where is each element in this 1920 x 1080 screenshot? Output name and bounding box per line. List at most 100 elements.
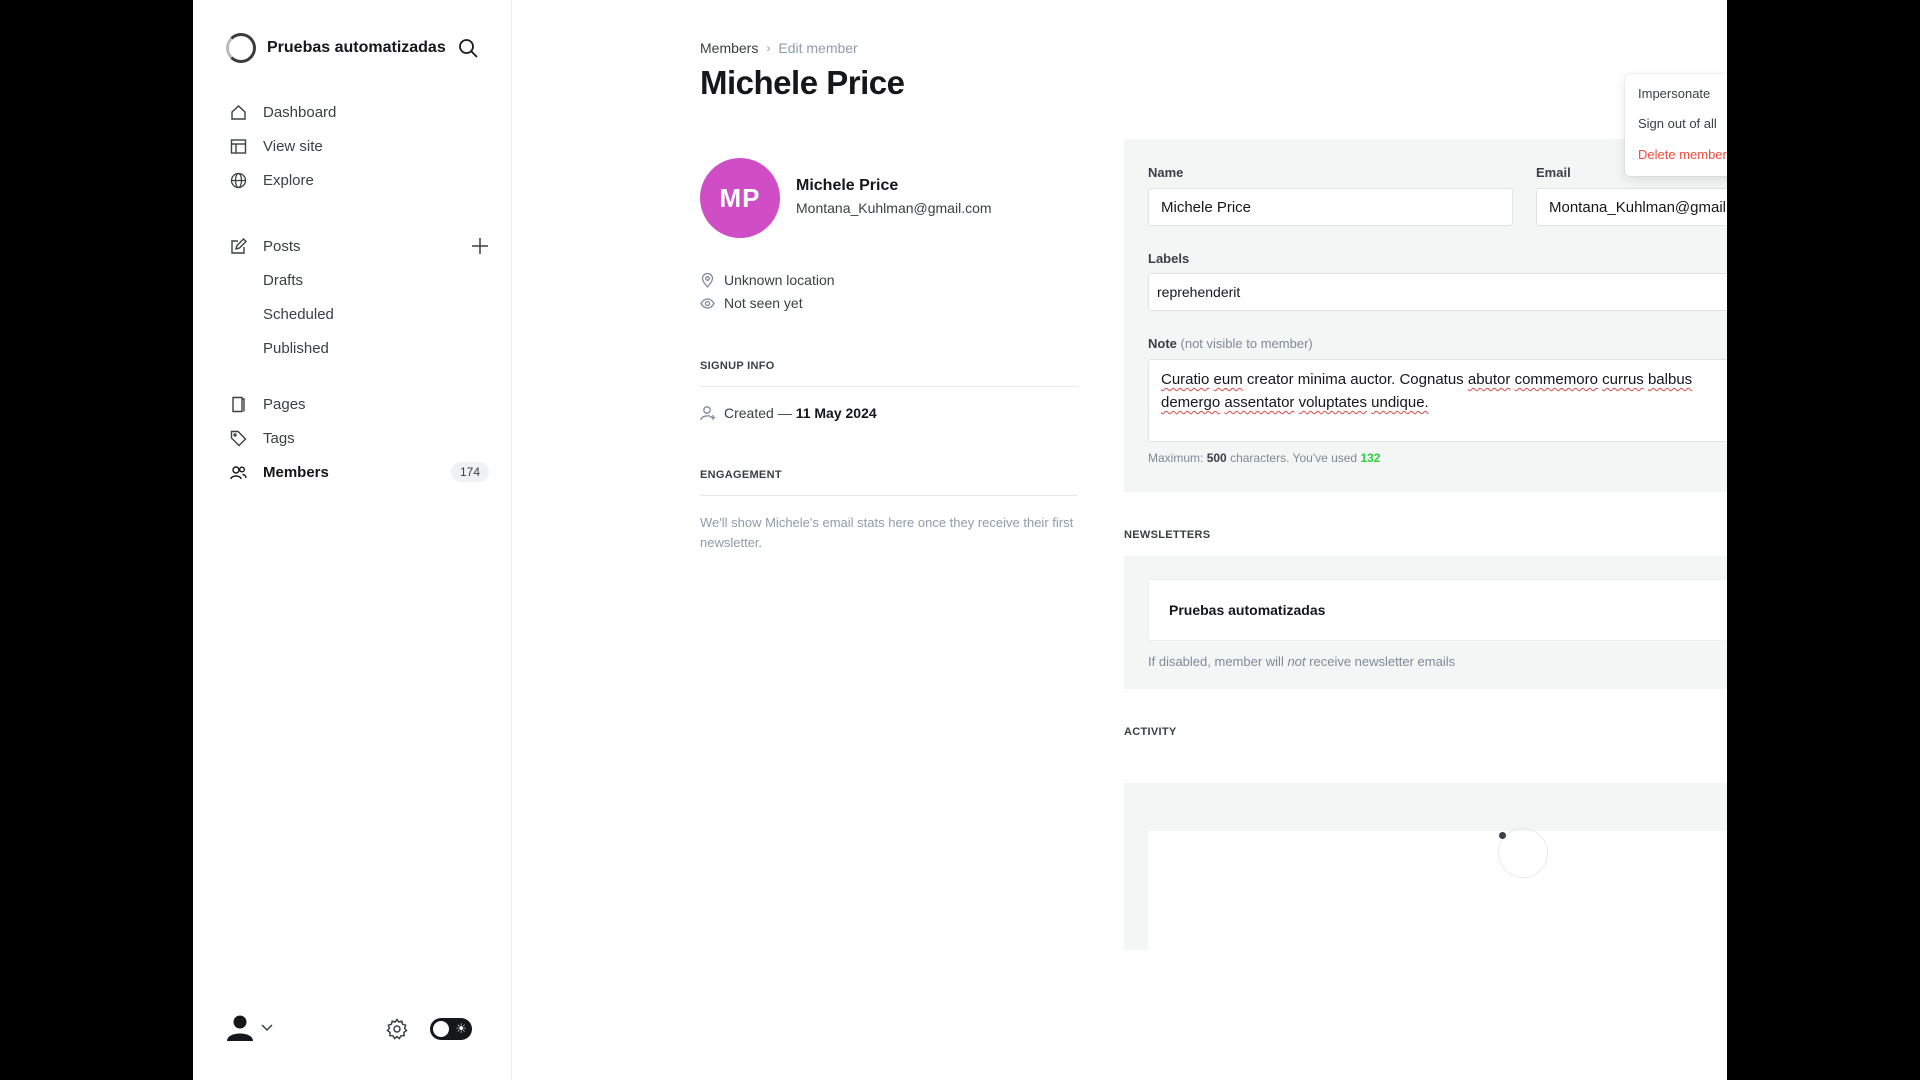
note-word: Curatio [1161,371,1210,388]
site-logo-icon [226,33,256,63]
nav-label: Posts [263,237,301,255]
nav-item-explore[interactable]: Explore [229,163,489,197]
note-line-1: Curatio eum creator minima auctor. Cogna… [1161,368,1727,391]
note-word: minima [1297,371,1347,388]
nav-label: View site [263,137,323,155]
last-seen-text: Not seen yet [724,295,803,311]
eye-icon [700,297,715,309]
created-label: Created — [724,405,792,421]
member-email: Montana_Kuhlman@gmail.com [796,200,992,216]
primary-nav: Dashboard View site Explore [229,95,489,197]
newsletter-item[interactable]: Pruebas automatizadas [1148,579,1727,641]
user-avatar-icon[interactable] [226,1014,254,1042]
note-word: auctor. [1350,371,1396,388]
nav-item-drafts[interactable]: Drafts [229,263,489,297]
tag-icon [229,429,247,447]
page-icon [229,395,247,413]
toggle-knob [433,1021,449,1037]
nav-item-published[interactable]: Published [229,331,489,365]
note-label-text: Note [1148,336,1177,351]
hint-prefix: Maximum: [1148,451,1204,465]
breadcrumb-separator: › [766,41,771,55]
nav-label: Explore [263,171,314,189]
breadcrumb-current: Edit member [778,40,858,56]
created-row: Created — 11 May 2024 [700,405,877,421]
email-input[interactable]: Montana_Kuhlman@gmail.com [1536,188,1727,226]
nav-item-tags[interactable]: Tags [229,421,489,455]
hint-mid: characters. You've used [1230,451,1358,465]
newsletter-hint: If disabled, member will not receive new… [1148,654,1455,669]
member-last-seen: Not seen yet [700,295,803,311]
member-name: Michele Price [796,177,899,194]
sidebar-footer: ☀ [226,1012,486,1044]
engagement-heading: ENGAGEMENT [700,469,1078,496]
brand[interactable]: Pruebas automatizadas [226,33,446,63]
delete-member-menu-item[interactable]: Delete member [1638,147,1727,162]
member-location: Unknown location [700,272,835,288]
sign-out-all-menu-item[interactable]: Sign out of all [1638,116,1717,131]
email-label: Email [1536,165,1571,180]
activity-feed [1148,831,1727,950]
note-word: balbus [1647,371,1693,388]
page-title: Michele Price [700,64,905,101]
newsletter-name: Pruebas automatizadas [1169,602,1326,618]
location-pin-icon [701,272,714,288]
engagement-text: We'll show Michele's email stats here on… [700,515,1074,550]
name-input[interactable]: Michele Price [1148,188,1513,226]
member-form-panel: Name Michele Price Email Montana_Kuhlman… [1124,139,1727,492]
gear-icon[interactable] [386,1018,408,1040]
labels-label: Labels [1148,251,1190,266]
name-label: Name [1148,165,1184,180]
loading-spinner [1498,828,1548,878]
note-char-hint: Maximum: 500 characters. You've used 132 [1148,451,1380,465]
impersonate-menu-item[interactable]: Impersonate [1638,86,1710,101]
hint-emphasis: not [1287,654,1306,669]
note-line-2: demergo assentator voluptates undique. [1161,391,1727,414]
note-word: commemoro [1514,371,1598,388]
home-icon [229,103,247,121]
nav-label: Scheduled [263,305,334,323]
note-max-chars: 500 [1206,451,1227,465]
nav-item-posts[interactable]: Posts [229,229,489,263]
note-word: assentator [1224,394,1295,411]
theme-toggle[interactable]: ☀ [430,1018,472,1040]
note-word: Cognatus [1399,371,1464,388]
sun-icon: ☀ [455,1021,467,1036]
nav-item-pages[interactable]: Pages [229,387,489,421]
nav-item-scheduled[interactable]: Scheduled [229,297,489,331]
member-actions-dropdown: Impersonate Sign out of all Delete membe… [1625,74,1727,176]
hint-before: If disabled, member will [1148,654,1284,669]
activity-panel [1124,783,1727,950]
search-icon[interactable] [457,37,479,59]
nav-item-members[interactable]: Members 174 [229,455,489,489]
note-word: creator [1246,371,1294,388]
chevron-down-icon[interactable] [261,1022,273,1032]
breadcrumb-members-link[interactable]: Members [700,40,758,56]
note-sublabel: (not visible to member) [1180,336,1313,351]
sidebar: Pruebas automatizadas Dashboard View sit… [193,0,512,1080]
note-word: undique. [1371,394,1429,411]
labels-input[interactable]: reprehenderit [1148,273,1727,311]
nav-item-dashboard[interactable]: Dashboard [229,95,489,129]
location-text: Unknown location [724,272,835,288]
hint-after: receive newsletter emails [1309,654,1456,669]
signup-info-heading: SIGNUP INFO [700,360,1078,387]
nav-label: Drafts [263,271,304,289]
note-used-chars: 132 [1360,451,1381,465]
nav-label: Dashboard [263,103,337,121]
app-window: Pruebas automatizadas Dashboard View sit… [193,0,1727,1080]
newsletters-panel: Pruebas automatizadas If disabled, membe… [1124,556,1727,689]
newsletters-heading: NEWSLETTERS [1124,529,1211,541]
posts-nav: Posts Drafts Scheduled Published [229,229,489,365]
add-post-icon[interactable] [471,237,489,255]
nav-item-view-site[interactable]: View site [229,129,489,163]
note-word: demergo [1161,394,1221,411]
globe-icon [229,171,247,189]
nav-label: Members [263,463,329,481]
layout-icon [229,137,247,155]
edit-icon [229,237,247,255]
site-name: Pruebas automatizadas [267,39,446,56]
nav-label: Pages [263,395,306,413]
note-label: Note (not visible to member) [1148,336,1313,351]
note-textarea[interactable]: Curatio eum creator minima auctor. Cogna… [1148,359,1727,442]
